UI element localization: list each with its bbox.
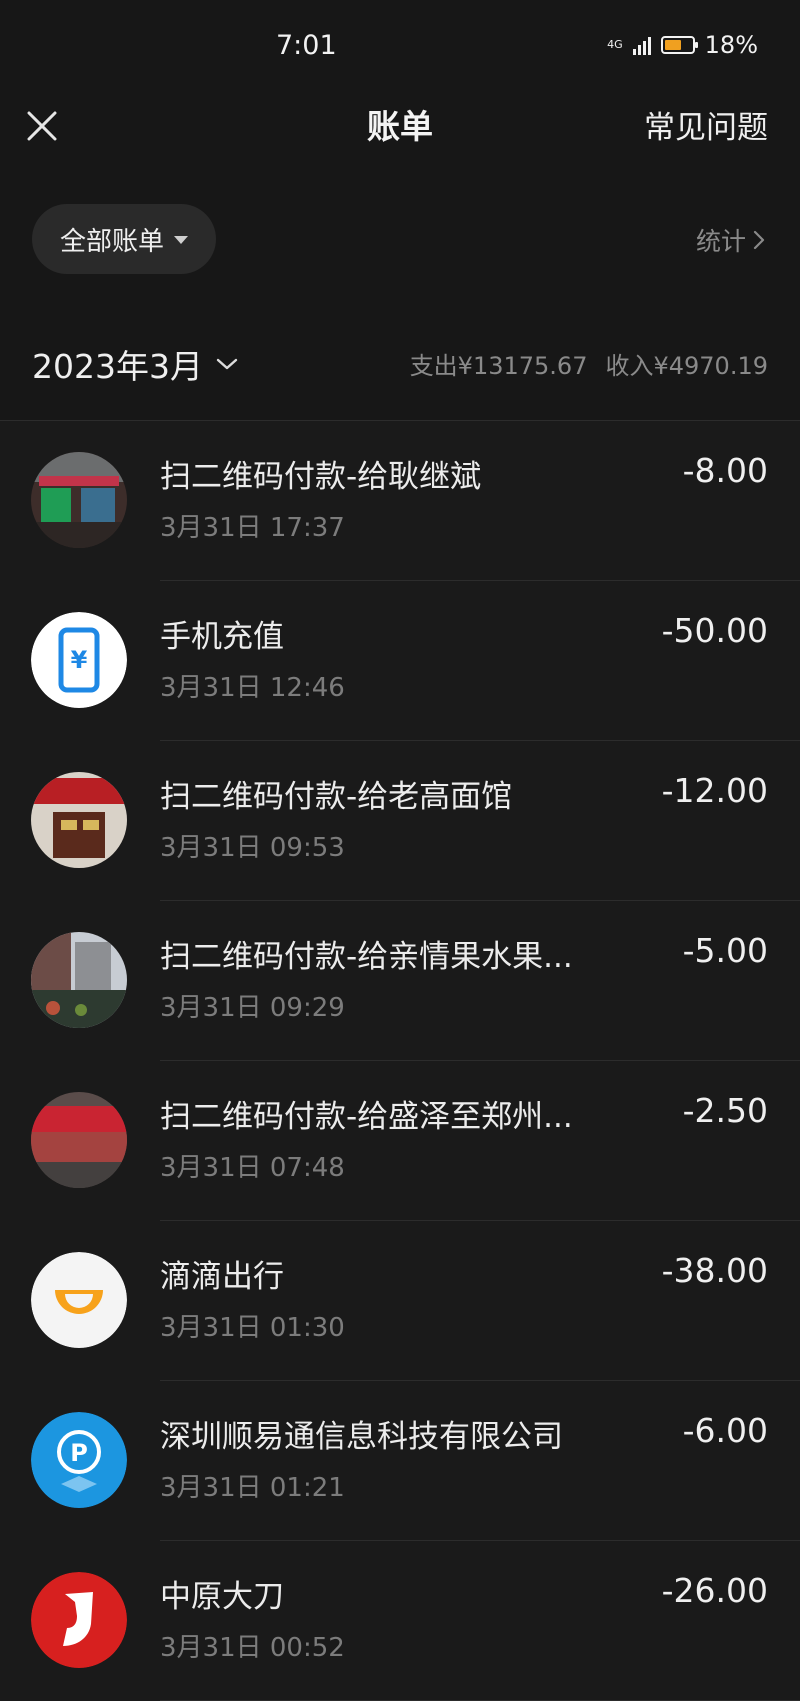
transaction-title: 手机充值 [160,619,284,655]
chevron-right-icon [753,230,765,250]
transaction-row[interactable]: ¥ 手机充值 3月31日 12:46 -50.00 [0,581,800,741]
transaction-title: 扫二维码付款-给盛泽至郑州... [160,1099,573,1135]
month-selector[interactable]: 2023年3月 [32,340,239,388]
expense-total: 支出¥13175.67 [409,352,588,380]
stats-link[interactable]: 统计 [696,222,766,258]
month-totals: 支出¥13175.67 收入¥4970.19 [410,346,768,381]
filter-bar: 全部账单 统计 [0,204,800,324]
battery-percent: 18% [704,31,758,59]
network-label: 4G [607,38,623,51]
transaction-row[interactable]: 扫二维码付款-给老高面馆 3月31日 09:53 -12.00 [0,741,800,901]
status-time: 7:01 [276,30,337,61]
transaction-time: 3月31日 17:37 [160,513,345,543]
transaction-time: 3月31日 00:52 [160,1633,345,1663]
transaction-amount: -50.00 [661,611,768,650]
transaction-title: 扫二维码付款-给亲情果水果... [160,939,573,975]
restaurant-photo [31,1092,127,1188]
phone-recharge-icon: ¥ [31,612,127,708]
faq-link[interactable]: 常见问题 [644,102,768,147]
status-indicators: 4G 18% [607,31,758,59]
noodle-shop-photo [31,772,127,868]
transaction-amount: -38.00 [661,1251,768,1290]
transaction-title: 滴滴出行 [160,1259,284,1295]
transaction-time: 3月31日 12:46 [160,673,345,703]
transaction-time: 3月31日 01:21 [160,1473,345,1503]
close-icon[interactable] [20,104,64,148]
month-label: 2023年3月 [32,347,203,386]
transaction-amount: -12.00 [661,771,768,810]
fruit-shop-photo [31,932,127,1028]
svg-text:¥: ¥ [71,646,88,674]
parking-logo: P [31,1412,127,1508]
svg-text:P: P [70,1439,88,1467]
chevron-down-icon [216,358,238,370]
transaction-amount: -6.00 [682,1411,768,1450]
signal-icon [632,35,651,55]
red-brand-logo [31,1572,127,1668]
transaction-row[interactable]: 扫二维码付款-给亲情果水果... 3月31日 09:29 -5.00 [0,901,800,1061]
transaction-row[interactable]: 扫二维码付款-给耿继斌 3月31日 17:37 -8.00 [0,421,800,581]
nav-bar: 账单 常见问题 [0,92,800,204]
transaction-row[interactable]: P 深圳顺易通信息科技有限公司 3月31日 01:21 -6.00 [0,1381,800,1541]
transaction-row[interactable]: 扫二维码付款-给盛泽至郑州... 3月31日 07:48 -2.50 [0,1061,800,1221]
battery-icon [660,36,698,54]
stats-label: 统计 [695,227,746,256]
transaction-amount: -26.00 [661,1571,768,1610]
month-summary-bar: 2023年3月 支出¥13175.67 收入¥4970.19 [0,324,800,421]
transaction-time: 3月31日 07:48 [160,1153,345,1183]
transaction-time: 3月31日 09:29 [160,993,345,1023]
bill-filter-label: 全部账单 [59,226,164,257]
transaction-amount: -2.50 [682,1091,768,1130]
bill-filter-dropdown[interactable]: 全部账单 [32,204,216,274]
transaction-time: 3月31日 01:30 [160,1313,345,1343]
transaction-title: 中原大刀 [160,1579,284,1615]
transaction-list: 扫二维码付款-给耿继斌 3月31日 17:37 -8.00 ¥ 手机充值 3月3… [0,421,800,1701]
transaction-title: 深圳顺易通信息科技有限公司 [160,1419,563,1455]
transaction-row[interactable]: 滴滴出行 3月31日 01:30 -38.00 [0,1221,800,1381]
income-total: 收入¥4970.19 [605,352,768,380]
caret-down-icon [174,236,188,244]
transaction-title: 扫二维码付款-给老高面馆 [160,779,513,815]
transaction-amount: -8.00 [682,451,768,490]
didi-logo [31,1252,127,1348]
storefront-photo [31,452,127,548]
status-bar: 7:01 4G 18% [0,0,800,92]
transaction-time: 3月31日 09:53 [160,833,345,863]
transaction-title: 扫二维码付款-给耿继斌 [160,459,482,495]
transaction-row[interactable]: 中原大刀 3月31日 00:52 -26.00 [0,1541,800,1701]
transaction-amount: -5.00 [682,931,768,970]
